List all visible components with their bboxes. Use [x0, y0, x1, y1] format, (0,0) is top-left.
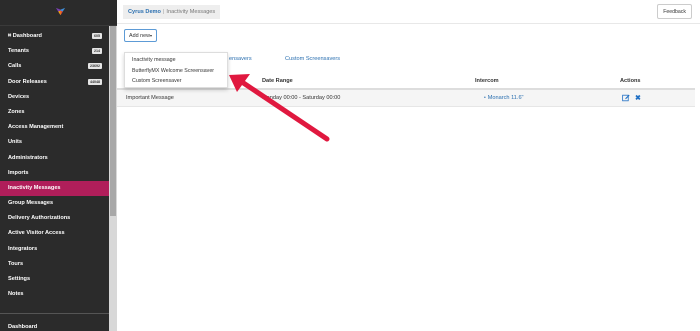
sidebar-item-label: Inactivity Messages	[8, 184, 61, 191]
sidebar: ⌗ Dashboard 605 Tenants 214 Calls 23692 Door R…	[0, 0, 117, 331]
menu-item-inactivity-message[interactable]: Inactivity message	[125, 55, 227, 66]
sidebar-item-door-releases[interactable]: Door Releases 44048	[0, 75, 109, 90]
sidebar-item-active-visitor-access[interactable]: Active Visitor Access	[0, 226, 109, 241]
count-badge: 23692	[88, 63, 102, 70]
breadcrumb: Cyrus Demo | Inactivity Messages	[123, 5, 221, 19]
sidebar-item-dashboard[interactable]: ⌗ Dashboard 605	[0, 29, 109, 44]
bullet-icon: •	[484, 95, 486, 101]
sidebar-item-label: Imports	[8, 169, 29, 176]
sidebar-item-dashboard-bottom[interactable]: Dashboard	[8, 324, 37, 330]
breadcrumb-separator: |	[162, 9, 165, 15]
sidebar-item-label: Group Messages	[8, 200, 54, 207]
count-badge: 214	[92, 48, 102, 55]
breadcrumb-current-page: Inactivity Messages	[166, 9, 216, 15]
sidebar-item-label: Settings	[8, 276, 31, 282]
row-message: Important Message	[126, 95, 174, 101]
sidebar-item-group-messages[interactable]: Group Messages	[0, 196, 109, 211]
sidebar-item-imports[interactable]: Imports	[0, 166, 109, 181]
sidebar-item-units[interactable]: Units	[0, 135, 109, 150]
sidebar-item-label: Door Releases	[8, 78, 47, 85]
sidebar-item-integrators[interactable]: Integrators	[0, 242, 109, 257]
sidebar-item-calls[interactable]: Calls 23692	[0, 59, 109, 74]
sidebar-item-label: Tenants	[8, 48, 30, 55]
menu-item-custom-screensaver[interactable]: Custom Screensaver	[125, 76, 227, 87]
sidebar-item-label: Delivery Authorizations	[8, 215, 71, 222]
tab-screensavers-partial[interactable]: ensavers	[229, 56, 252, 62]
delete-x-icon[interactable]: ✖	[635, 94, 641, 102]
scrollbar-thumb[interactable]	[110, 26, 116, 216]
tab-custom-screensavers[interactable]: Custom Screensavers	[285, 56, 340, 62]
sidebar-item-tours[interactable]: Tours	[0, 257, 109, 272]
sidebar-item-label: Units	[8, 139, 22, 146]
sidebar-item-label: Access Management	[8, 124, 64, 131]
column-header-actions: Actions	[620, 78, 641, 84]
table-row: Important Message Monday 00:00 - Saturda…	[117, 90, 695, 107]
add-new-dropdown-menu: Inactivity message ButterflyMX Welcome S…	[124, 52, 228, 88]
sidebar-item-label: Administrators	[8, 154, 48, 161]
sidebar-item-label: Calls	[8, 63, 22, 70]
sidebar-item-administrators[interactable]: Administrators	[0, 151, 109, 166]
column-header-date-range: Date Range	[262, 78, 293, 84]
sidebar-item-tenants[interactable]: Tenants 214	[0, 44, 109, 59]
sidebar-item-access-management[interactable]: Access Management	[0, 120, 109, 135]
sidebar-item-label: Active Visitor Access	[8, 230, 65, 237]
sidebar-item-label: Notes	[8, 291, 24, 298]
sidebar-item-devices[interactable]: Devices	[0, 90, 109, 105]
sidebar-item-label: Tours	[8, 260, 24, 267]
sidebar-item-label: Integrators	[8, 245, 38, 252]
top-header: Cyrus Demo | Inactivity Messages Feedback	[117, 0, 700, 24]
feedback-button[interactable]: Feedback	[657, 4, 692, 19]
sidebar-item-notes[interactable]: Notes	[0, 287, 109, 302]
count-badge: 605	[92, 33, 102, 39]
chevron-down-icon: ▾	[149, 33, 152, 38]
sidebar-item-delivery-authorizations[interactable]: Delivery Authorizations	[0, 211, 109, 226]
breadcrumb-building-link[interactable]: Cyrus Demo	[128, 9, 161, 15]
sidebar-item-label: Devices	[8, 93, 30, 100]
edit-icon[interactable]	[622, 94, 630, 102]
sidebar-nav: ⌗ Dashboard 605 Tenants 214 Calls 23692 Door R…	[0, 29, 109, 302]
column-header-intercom: Intercom	[475, 78, 499, 84]
sidebar-item-inactivity-messages[interactable]: Inactivity Messages	[0, 180, 109, 197]
sidebar-item-zones[interactable]: Zones	[0, 105, 109, 120]
sidebar-divider	[0, 313, 109, 314]
sidebar-item-label: ⌗ Dashboard	[8, 33, 42, 39]
row-date-range: Monday 00:00 - Saturday 00:00	[262, 95, 341, 101]
logo-area	[0, 0, 117, 26]
sidebar-item-label: Zones	[8, 108, 25, 115]
count-badge: 44048	[88, 78, 102, 85]
sidebar-scrollbar[interactable]	[109, 26, 117, 331]
add-new-label: Add new	[129, 33, 150, 39]
add-new-button[interactable]: Add new▾	[124, 29, 157, 42]
sidebar-item-settings[interactable]: Settings	[0, 272, 109, 287]
butterfly-logo-icon[interactable]	[55, 6, 66, 17]
row-intercom: • Monarch 11.6"	[484, 95, 524, 101]
intercom-link[interactable]: Monarch 11.6"	[488, 95, 524, 101]
menu-item-welcome-screensaver[interactable]: ButterflyMX Welcome Screensaver	[125, 66, 227, 77]
